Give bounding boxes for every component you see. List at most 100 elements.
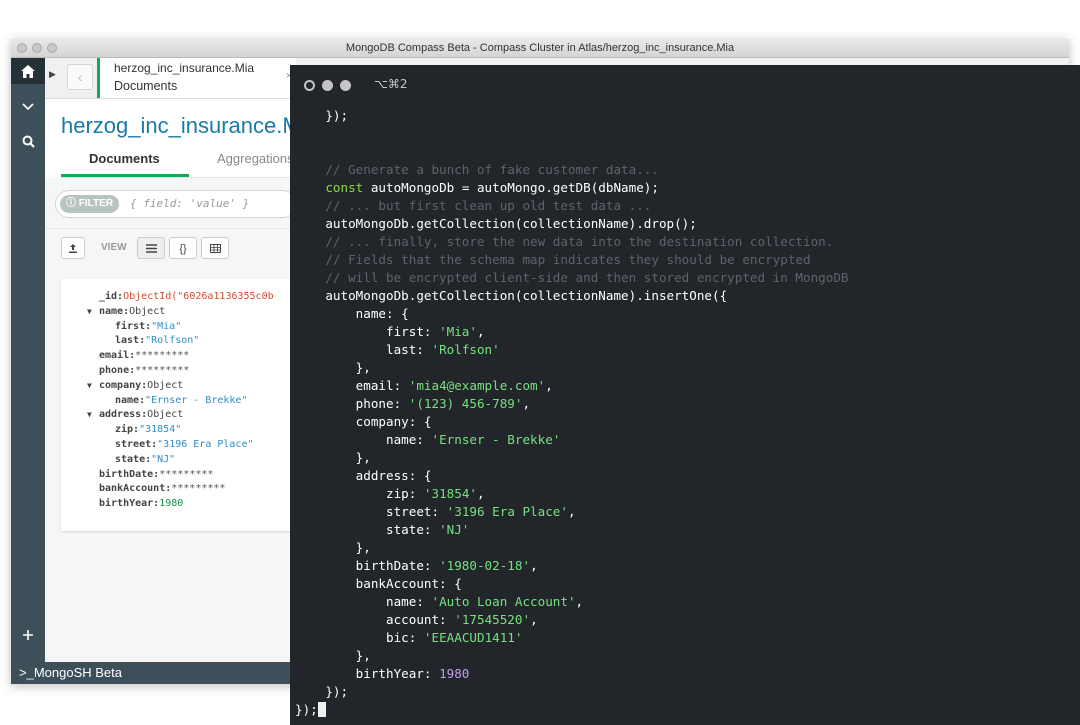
code-token: first: xyxy=(295,324,440,339)
code-token: // ... finally, store the new data into … xyxy=(295,234,834,249)
document-field-phone-5: phone:********* xyxy=(99,365,189,376)
field-value: "Mia" xyxy=(151,320,182,332)
field-key: birthDate: xyxy=(99,468,160,480)
code-token: state: xyxy=(295,522,440,537)
terminal-close-button[interactable] xyxy=(304,80,315,91)
window-title: MongoDB Compass Beta - Compass Cluster i… xyxy=(345,42,735,54)
document-field-last-3: last:"Rolfson" xyxy=(115,335,199,346)
field-key: name: xyxy=(99,305,130,317)
tab-aggregations[interactable]: Aggregations xyxy=(217,151,294,166)
expand-toggle-icon[interactable]: ▼ xyxy=(87,381,99,390)
expand-toggle-icon[interactable]: ▼ xyxy=(87,410,99,419)
code-token: , xyxy=(575,594,584,609)
code-token: address: { xyxy=(295,468,432,483)
code-token: 'Auto Loan Account' xyxy=(431,594,576,609)
close-window-button[interactable] xyxy=(17,43,27,53)
code-token: }); xyxy=(295,702,318,717)
code-line: email: 'mia4@example.com', xyxy=(295,377,849,395)
field-value: 1980 xyxy=(159,498,184,510)
filter-input[interactable]: ⓘ FILTER { field: 'value' } xyxy=(55,190,297,218)
code-line: zip: '31854', xyxy=(295,485,849,503)
code-token: }); xyxy=(295,684,349,699)
active-tab-underline xyxy=(61,174,189,177)
document-field-company-6[interactable]: ▼ company:Object xyxy=(87,380,183,391)
code-token: 'mia4@example.com' xyxy=(408,378,546,393)
code-token: '1980-02-18' xyxy=(439,558,531,573)
add-connection-icon[interactable] xyxy=(11,622,45,648)
tab-expand-arrow-icon[interactable]: ▶ xyxy=(49,69,56,80)
table-view-button[interactable] xyxy=(201,237,229,259)
home-icon[interactable] xyxy=(11,58,45,84)
document-field-email-4: email:********* xyxy=(99,350,189,361)
document-field-birthDate-12: birthDate:********* xyxy=(99,469,213,480)
document-field-address-8[interactable]: ▼ address:Object xyxy=(87,409,183,420)
terminal-output[interactable]: }); // Generate a bunch of fake customer… xyxy=(295,107,849,719)
field-value: Object xyxy=(129,305,166,317)
document-field-first-2: first:"Mia" xyxy=(115,321,181,332)
info-icon: ⓘ xyxy=(66,198,76,209)
tab-documents[interactable]: Documents xyxy=(89,151,160,166)
code-token: phone: xyxy=(295,396,409,411)
code-line: }, xyxy=(295,359,849,377)
code-line: birthYear: 1980 xyxy=(295,665,849,683)
field-value: ********* xyxy=(159,468,214,480)
code-line: const autoMongoDb = autoMongo.getDB(dbNa… xyxy=(295,179,849,197)
code-token: }, xyxy=(295,648,371,663)
code-token: name: xyxy=(295,594,432,609)
field-value: ********* xyxy=(135,365,190,376)
code-token: }); xyxy=(295,108,349,123)
terminal-zoom-button[interactable] xyxy=(340,80,351,91)
filter-label: FILTER xyxy=(78,198,114,209)
field-value: Object xyxy=(147,379,184,391)
code-token: bankAccount: { xyxy=(295,576,462,591)
code-line: first: 'Mia', xyxy=(295,323,849,341)
code-line: }, xyxy=(295,539,849,557)
code-line: last: 'Rolfson' xyxy=(295,341,849,359)
code-token: 1980 xyxy=(439,666,470,681)
document-card[interactable]: _id:ObjectId("6026a1136355c0b ▼ name:Objec… xyxy=(61,279,301,531)
expand-toggle-icon[interactable]: ▼ xyxy=(87,307,99,316)
list-view-button[interactable] xyxy=(137,237,165,259)
back-button[interactable]: ‹ xyxy=(67,64,93,90)
field-value: ********* xyxy=(171,483,226,495)
code-token: autoMongoDb = autoMongo.getDB(dbName); xyxy=(370,180,659,195)
code-token: name: xyxy=(295,432,432,447)
json-view-button[interactable]: {} xyxy=(169,237,197,259)
code-token: name: { xyxy=(295,306,409,321)
code-token: // Generate a bunch of fake customer dat… xyxy=(295,162,659,177)
field-key: last: xyxy=(115,335,146,347)
code-token: , xyxy=(476,324,485,339)
field-value: ********* xyxy=(135,350,190,362)
code-line: phone: '(123) 456-789', xyxy=(295,395,849,413)
search-icon[interactable] xyxy=(11,128,45,154)
code-line: // will be encrypted client-side and the… xyxy=(295,269,848,287)
tab-collection[interactable]: herzog_inc_insurance.Mia Documents × xyxy=(97,58,296,98)
chevron-down-icon[interactable] xyxy=(11,94,45,120)
tab-subtitle: Documents xyxy=(114,79,178,93)
code-token: , xyxy=(530,612,538,627)
code-token: account: xyxy=(295,612,455,627)
code-line: state: 'NJ' xyxy=(295,521,849,539)
code-line: }); xyxy=(295,107,849,125)
terminal-title: ⌥⌘2 xyxy=(374,77,408,91)
zoom-window-button[interactable] xyxy=(47,43,57,53)
field-key: phone: xyxy=(99,365,136,376)
export-button[interactable] xyxy=(61,237,85,259)
terminal-window-controls xyxy=(304,80,351,91)
field-key: name: xyxy=(115,394,146,406)
code-token: autoMongoDb.getCollection(collectionName… xyxy=(295,288,728,303)
code-token: '3196 Era Place' xyxy=(446,504,568,519)
code-line: name: 'Ernser - Brekke' xyxy=(295,431,849,449)
minimize-window-button[interactable] xyxy=(32,43,42,53)
code-line: autoMongoDb.getCollection(collectionName… xyxy=(295,215,849,233)
terminal-titlebar: ⌥⌘2 xyxy=(290,65,1080,105)
code-line: autoMongoDb.getCollection(collectionName… xyxy=(295,287,849,305)
field-value: "Rolfson" xyxy=(145,335,200,347)
terminal-minimize-button[interactable] xyxy=(322,80,333,91)
code-token: birthDate: xyxy=(295,558,440,573)
document-field-name-1[interactable]: ▼ name:Object xyxy=(87,306,165,317)
field-key: state: xyxy=(115,453,152,465)
filter-pill[interactable]: ⓘ FILTER xyxy=(60,195,120,213)
export-icon xyxy=(69,244,77,253)
